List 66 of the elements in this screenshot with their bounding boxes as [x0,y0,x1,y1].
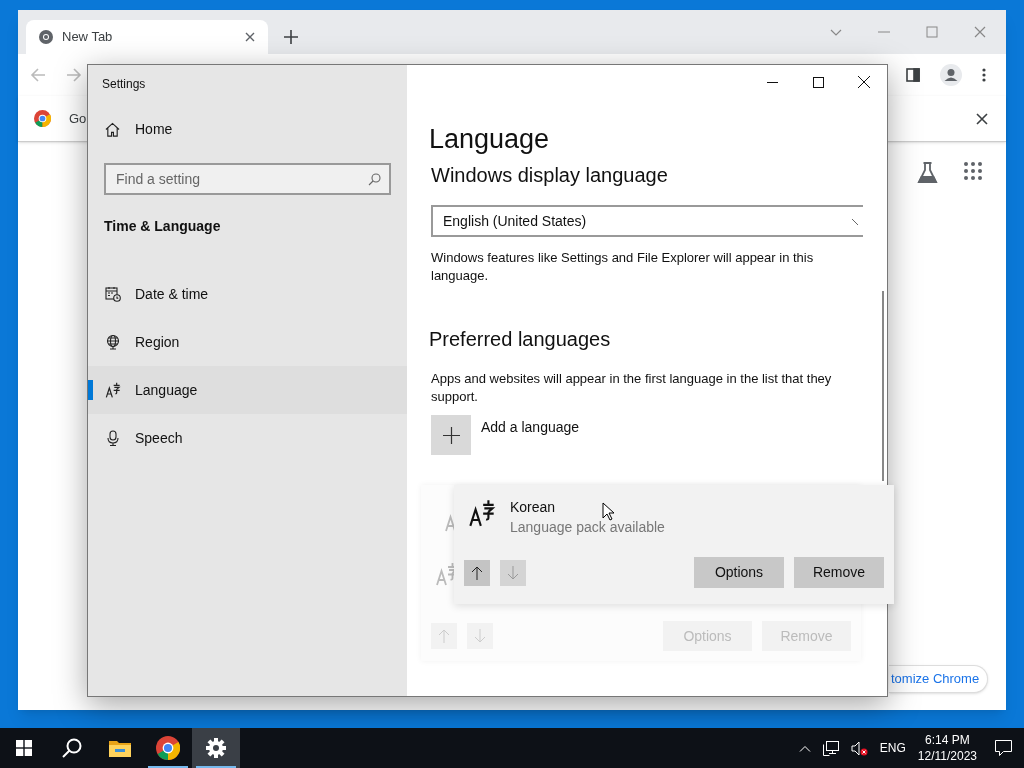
chevron-up-icon[interactable] [798,744,811,752]
language-action-button[interactable]: Remove [794,557,884,588]
home-nav-item[interactable]: Home [88,105,407,153]
display-language-dropdown[interactable]: English (United States) [431,205,863,237]
language-action-button[interactable]: Options [694,557,784,588]
side-panel-icon[interactable] [906,68,920,82]
nav-item[interactable]: Language [88,366,407,414]
folder-icon [109,739,131,757]
home-icon [105,121,120,137]
customize-chrome-button[interactable]: tomize Chrome [889,665,988,693]
profile-icon[interactable] [940,64,962,86]
nav-item[interactable]: Region [88,318,407,366]
input-language[interactable]: ENG [879,739,906,757]
chevron-icon [852,217,859,225]
windows-icon [16,740,32,756]
calendar-icon [105,286,121,302]
window-title: Settings [101,76,147,93]
menu-icon[interactable] [982,68,986,82]
section-heading: Time & Language [103,217,222,236]
language-icon [105,382,121,398]
language-name: Korean [510,498,556,517]
minimize-icon [766,81,778,83]
scrollbar[interactable] [882,291,884,481]
gear-icon [206,738,226,758]
microphone-icon [105,430,121,446]
language-icon [468,499,496,527]
preferred-languages-note: Apps and websites will appear in the first language in the list that they support. [431,370,833,406]
notification-icon[interactable] [995,740,1012,756]
search-field[interactable]: Find a setting [104,163,391,195]
clock[interactable]: 6:14 PM 12/11/2023 [917,732,977,764]
display-language-note: Windows features like Settings and File Explorer will appear in this language. [431,249,815,285]
down-arrow-icon [507,565,519,580]
bookmark[interactable]: Go [34,108,87,129]
dragged-language-card[interactable]: Korean Language pack available Options Remove [454,485,894,604]
preferred-languages-heading: Preferred languages [429,327,612,352]
search-icon [62,738,82,758]
search-icon [368,173,381,186]
chrome-logo-icon [156,736,180,760]
close-icon[interactable] [976,112,988,125]
up-arrow-icon [438,629,450,643]
selection-indicator [88,380,93,400]
new-tab-icon[interactable] [284,30,298,44]
mouse-cursor-icon [602,502,614,521]
down-arrow-icon [474,629,486,643]
globe-icon [105,334,121,350]
apps-grid-icon[interactable] [964,162,982,180]
add-language-button[interactable]: Add a language [431,415,863,455]
network-icon[interactable] [822,740,839,756]
up-arrow-icon [471,565,483,580]
taskbar-button[interactable] [192,728,240,768]
flask-icon[interactable] [917,162,938,184]
nav-item[interactable]: Date & time [88,270,407,318]
muted-speaker-icon[interactable] [850,740,868,756]
maximize-icon [812,76,824,88]
nav-item[interactable]: Speech [88,414,407,462]
chrome-tab-icon [38,29,54,45]
chrome-logo-icon [34,110,51,127]
plus-icon [442,426,460,444]
close-icon [858,76,870,88]
tab-title: New Tab [62,28,114,47]
language-status: Language pack available [510,518,665,537]
close-icon[interactable] [244,31,256,43]
page-title: Language [429,123,551,156]
display-language-heading: Windows display language [431,163,669,188]
browser-tab[interactable]: New Tab [26,20,268,54]
move-up-button[interactable] [464,559,490,586]
